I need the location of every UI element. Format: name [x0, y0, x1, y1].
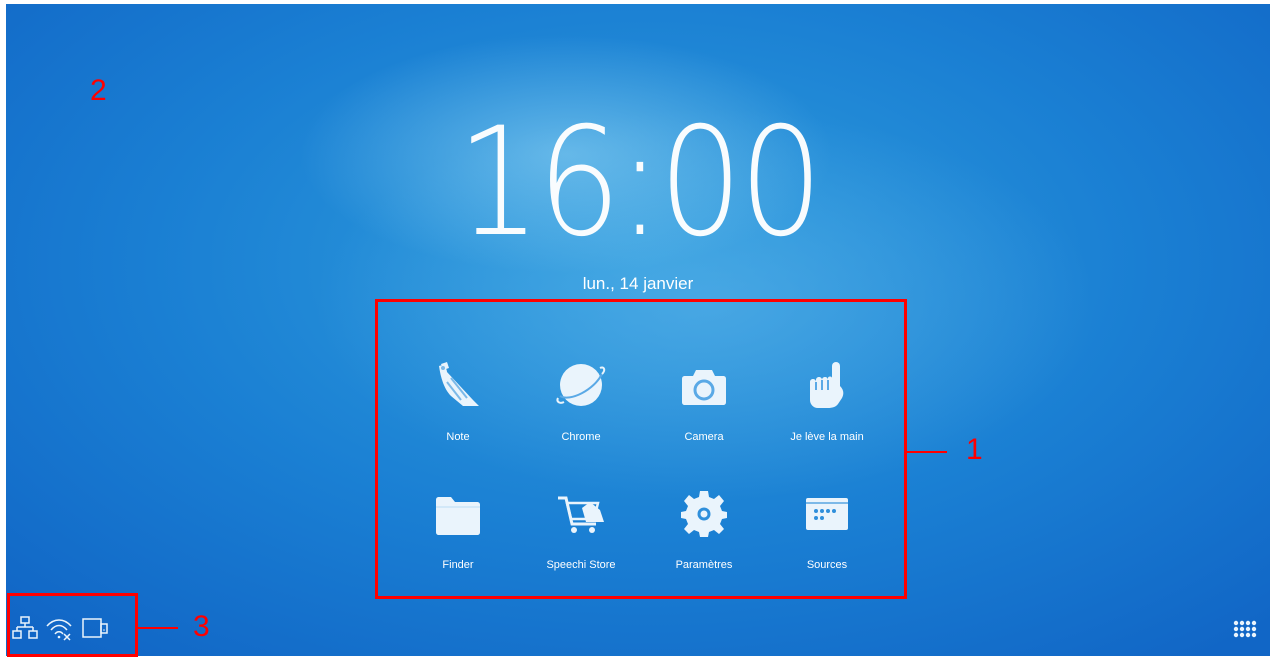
- annotation-line-3: [138, 627, 178, 629]
- annotation-label-2: 2: [90, 74, 107, 107]
- app-grid-icon[interactable]: [1232, 619, 1258, 645]
- annotation-line-1: [907, 451, 947, 453]
- annotation-label-3: 3: [193, 610, 210, 643]
- annotation-box-1: [375, 299, 907, 599]
- clock-time: 16:00: [456, 96, 823, 270]
- clock-date: lun., 14 janvier: [582, 274, 694, 293]
- annotation-box-3: [7, 593, 138, 657]
- annotation-label-1: 1: [966, 433, 983, 466]
